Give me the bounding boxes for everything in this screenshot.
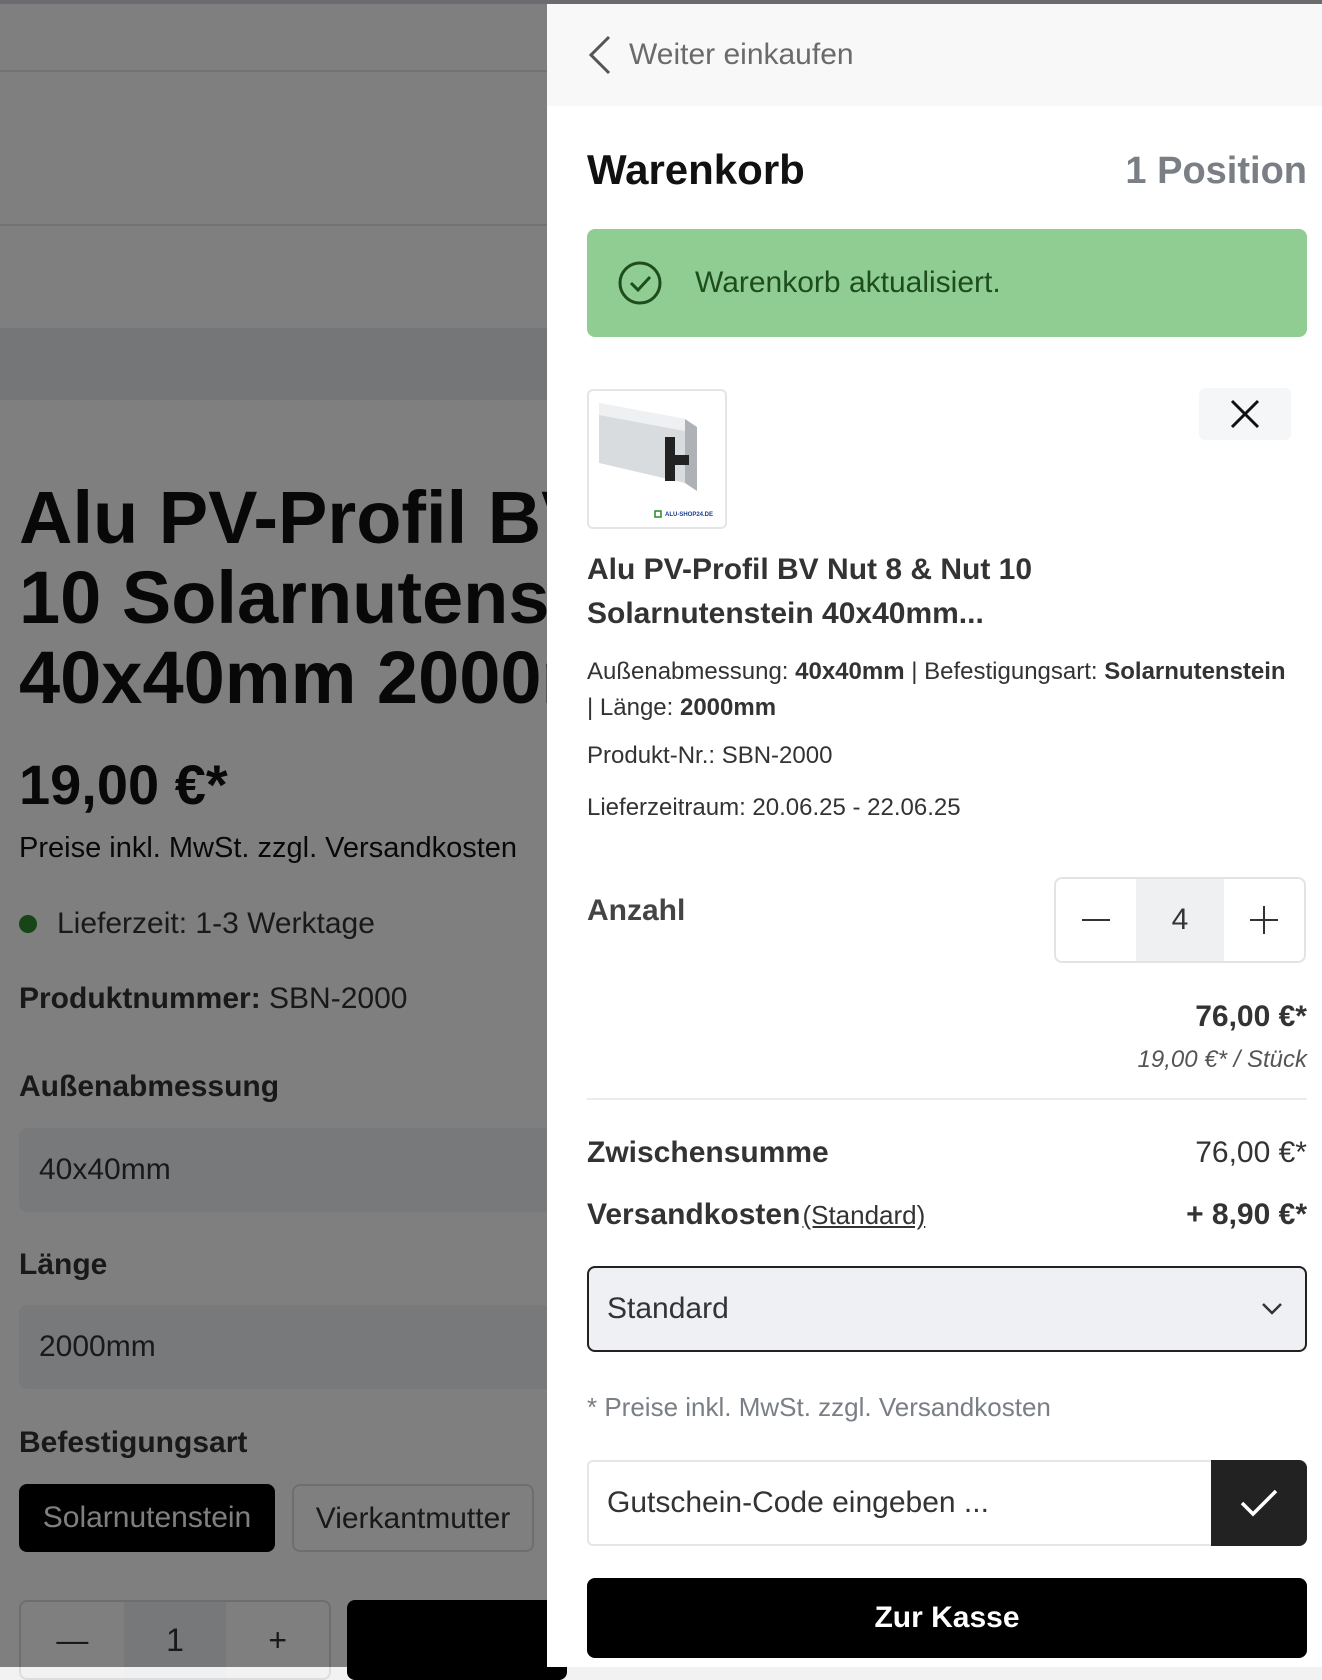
close-icon bbox=[1230, 399, 1260, 429]
product-thumbnail[interactable]: ALU-SHOP24.DE bbox=[587, 389, 727, 529]
continue-shopping-label: Weiter einkaufen bbox=[629, 38, 854, 71]
plus-icon bbox=[1250, 906, 1278, 934]
continue-shopping-button[interactable]: Weiter einkaufen bbox=[587, 35, 854, 75]
offcanvas-header: Weiter einkaufen bbox=[547, 4, 1322, 106]
quantity-value[interactable]: 4 bbox=[1136, 879, 1224, 961]
cart-title: Warenkorb bbox=[587, 146, 805, 193]
shipping-method-select[interactable]: Standard bbox=[587, 1266, 1307, 1352]
increase-quantity-button[interactable] bbox=[1224, 879, 1304, 961]
quantity-stepper[interactable]: 4 bbox=[1054, 877, 1306, 963]
chevron-left-icon bbox=[588, 35, 611, 75]
checkmark-icon bbox=[1240, 1489, 1278, 1517]
shipping-label: Versandkosten(Standard) bbox=[587, 1198, 926, 1231]
success-alert: Warenkorb aktualisiert. bbox=[587, 229, 1307, 337]
cart-item-product-number: Produkt-Nr.: SBN-2000 bbox=[587, 742, 833, 769]
line-total: 76,00 €* bbox=[1195, 1000, 1307, 1033]
aluminium-profile-image: ALU-SHOP24.DE bbox=[599, 403, 713, 518]
check-circle-icon bbox=[618, 261, 662, 305]
decrease-quantity-button[interactable] bbox=[1056, 879, 1136, 961]
checkout-button[interactable]: Zur Kasse bbox=[587, 1578, 1307, 1658]
subtotal-value: 76,00 €* bbox=[1195, 1136, 1307, 1169]
unit-price: 19,00 €* / Stück bbox=[1137, 1046, 1307, 1073]
alert-message: Warenkorb aktualisiert. bbox=[695, 266, 1001, 299]
cart-item-name[interactable]: Alu PV-Profil BV Nut 8 & Nut 10 Solarnut… bbox=[587, 548, 1267, 636]
divider bbox=[587, 1098, 1307, 1100]
voucher-form: Gutschein-Code eingeben ... bbox=[587, 1460, 1307, 1546]
shipping-value: + 8,90 €* bbox=[1186, 1198, 1307, 1231]
cart-item-delivery: Lieferzeitraum: 20.06.25 - 22.06.25 bbox=[587, 794, 961, 821]
cart-item-count: 1 Position bbox=[1125, 150, 1307, 192]
shipping-method-link[interactable]: (Standard) bbox=[802, 1200, 925, 1230]
shipping-select-value: Standard bbox=[607, 1292, 729, 1325]
svg-text:ALU-SHOP24.DE: ALU-SHOP24.DE bbox=[665, 512, 713, 518]
remove-item-button[interactable] bbox=[1199, 388, 1291, 440]
quantity-label: Anzahl bbox=[587, 894, 686, 927]
price-note: * Preise inkl. MwSt. zzgl. Versandkosten bbox=[587, 1392, 1051, 1422]
cart-offcanvas: Weiter einkaufen Warenkorb 1 Position Wa… bbox=[547, 4, 1322, 1667]
minus-icon bbox=[1082, 919, 1110, 921]
subtotal-label: Zwischensumme bbox=[587, 1136, 829, 1169]
chevron-down-icon bbox=[1262, 1303, 1282, 1315]
voucher-input[interactable]: Gutschein-Code eingeben ... bbox=[587, 1460, 1211, 1546]
voucher-submit-button[interactable] bbox=[1211, 1460, 1307, 1546]
cart-item-attributes: Außenabmessung: 40x40mm | Befestigungsar… bbox=[587, 658, 1286, 721]
